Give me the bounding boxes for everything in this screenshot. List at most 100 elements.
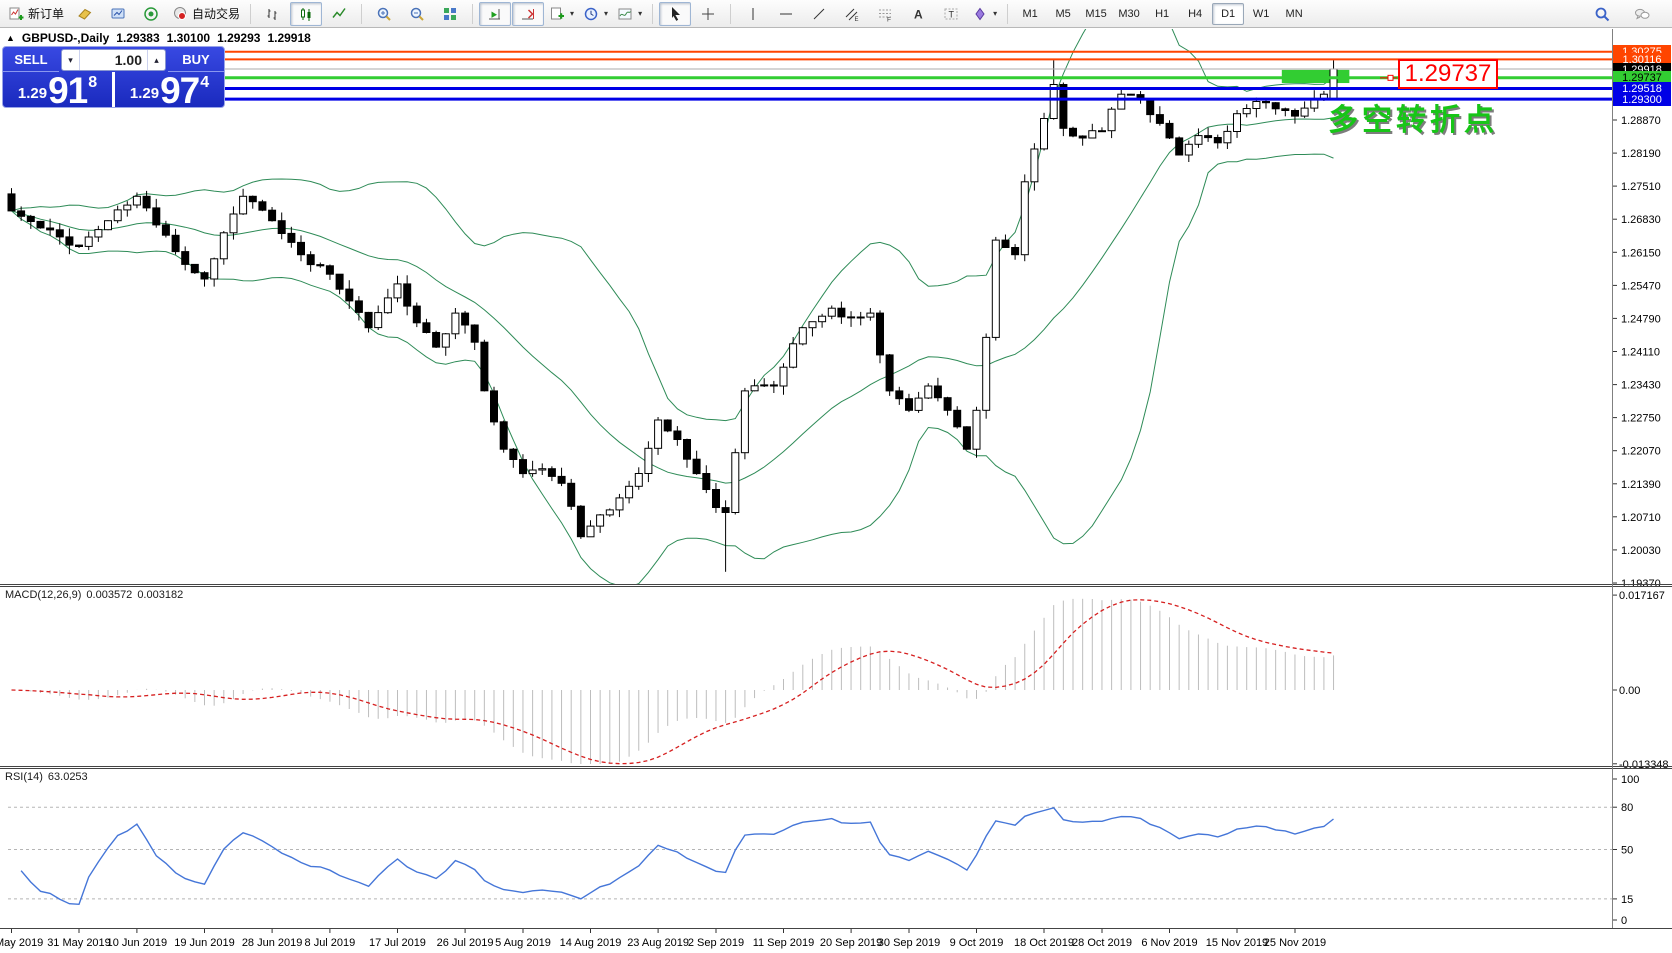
new-order-button[interactable]: 新订单 <box>4 2 68 26</box>
tab-timeframe-h1[interactable]: H1 <box>1146 3 1178 25</box>
svg-text:30 Sep 2019: 30 Sep 2019 <box>878 937 940 949</box>
chart-shift-button[interactable] <box>512 2 544 26</box>
svg-text:1.20030: 1.20030 <box>1621 545 1661 557</box>
tab-timeframe-w1[interactable]: W1 <box>1245 3 1277 25</box>
dropdown-arrow-icon: ▾ <box>638 9 642 18</box>
svg-text:80: 80 <box>1621 802 1633 814</box>
text-label-button[interactable]: T <box>935 2 967 26</box>
svg-text:17 Jul 2019: 17 Jul 2019 <box>369 937 426 949</box>
svg-text:2 Sep 2019: 2 Sep 2019 <box>688 937 744 949</box>
volume-stepper[interactable]: ▾ 1.00 ▴ <box>61 49 166 71</box>
svg-text:26 Jul 2019: 26 Jul 2019 <box>437 937 494 949</box>
sell-button[interactable]: SELL <box>3 47 59 72</box>
svg-text:T: T <box>949 9 955 19</box>
fibonacci-button[interactable]: F <box>869 2 901 26</box>
svg-text:10 Jun 2019: 10 Jun 2019 <box>107 937 168 949</box>
zoom-out-button[interactable] <box>401 2 433 26</box>
chat-button[interactable] <box>1626 2 1658 26</box>
tab-timeframe-h4[interactable]: H4 <box>1179 3 1211 25</box>
candlestick-chart-button[interactable] <box>290 2 322 26</box>
line-chart-button[interactable] <box>323 2 355 26</box>
dropdown-arrow-icon: ▾ <box>604 9 608 18</box>
zoom-in-button[interactable] <box>368 2 400 26</box>
autoscroll-icon <box>487 6 503 22</box>
chart-canvas[interactable]: 1.288701.281901.275101.268301.261501.254… <box>0 0 1672 953</box>
strategy-tester-button[interactable] <box>135 2 167 26</box>
svg-text:22 May 2019: 22 May 2019 <box>0 937 43 949</box>
buy-price-display[interactable]: 1.29 97 4 <box>115 72 224 108</box>
svg-text:1.22070: 1.22070 <box>1621 446 1661 458</box>
svg-text:1.24790: 1.24790 <box>1621 313 1661 325</box>
price-level-tag: 1.29300 <box>1613 93 1671 106</box>
auto-scroll-button[interactable] <box>479 2 511 26</box>
crosshair-button[interactable] <box>692 2 724 26</box>
template-icon <box>617 6 633 22</box>
svg-text:15 Nov 2019: 15 Nov 2019 <box>1206 937 1268 949</box>
svg-text:0: 0 <box>1621 915 1627 927</box>
new-chart-button[interactable]: ▾ <box>545 2 578 26</box>
close-value: 1.29918 <box>267 31 310 45</box>
bar-chart-button[interactable] <box>257 2 289 26</box>
sell-price-display[interactable]: 1.29 91 8 <box>3 72 112 108</box>
buy-button[interactable]: BUY <box>168 47 224 72</box>
cursor-button[interactable] <box>659 2 691 26</box>
date-axis: 22 May 201931 May 201910 Jun 201919 Jun … <box>0 928 1326 949</box>
autotrading-button[interactable]: 自动交易 <box>168 2 244 26</box>
main-toolbar: 新订单 自动交易 ▾ ▾ ▾ E F A T ▾ M1M5M15M30H1H4D1W1MN <box>0 0 1672 28</box>
terminal-button[interactable] <box>102 2 134 26</box>
svg-text:1.28190: 1.28190 <box>1621 148 1661 160</box>
svg-text:1.25470: 1.25470 <box>1621 280 1661 292</box>
volume-increase-button[interactable]: ▴ <box>147 50 165 70</box>
svg-text:31 May 2019: 31 May 2019 <box>47 937 111 949</box>
tiles-icon <box>442 6 458 22</box>
trendline-button[interactable] <box>803 2 835 26</box>
svg-text:28 Jun 2019: 28 Jun 2019 <box>242 937 303 949</box>
svg-text:5 Aug 2019: 5 Aug 2019 <box>495 937 551 949</box>
text-button[interactable]: A <box>902 2 934 26</box>
tile-windows-button[interactable] <box>434 2 466 26</box>
rsi-layer <box>8 807 1612 904</box>
period-selector-button[interactable]: ▾ <box>579 2 612 26</box>
shapes-button[interactable]: ▾ <box>968 2 1001 26</box>
hline-icon <box>778 6 794 22</box>
chat-icon <box>1634 6 1650 22</box>
svg-text:15: 15 <box>1621 894 1633 906</box>
open-value: 1.29383 <box>116 31 159 45</box>
tab-timeframe-m5[interactable]: M5 <box>1047 3 1079 25</box>
channel-button[interactable]: E <box>836 2 868 26</box>
tab-timeframe-mn[interactable]: MN <box>1278 3 1310 25</box>
tab-timeframe-m1[interactable]: M1 <box>1014 3 1046 25</box>
vline-icon <box>745 6 761 22</box>
svg-text:E: E <box>855 17 859 22</box>
labelT-icon: T <box>943 6 959 22</box>
candles-layer <box>8 60 1337 572</box>
volume-decrease-button[interactable]: ▾ <box>62 50 80 70</box>
svg-text:F: F <box>887 16 891 22</box>
toolbar-separator <box>250 4 251 24</box>
horizontal-line-button[interactable] <box>770 2 802 26</box>
collapse-triangle-icon[interactable]: ▲ <box>6 33 15 43</box>
svg-text:25 Nov 2019: 25 Nov 2019 <box>1264 937 1326 949</box>
volume-input[interactable]: 1.00 <box>80 50 147 70</box>
ticket-button[interactable] <box>69 2 101 26</box>
level-lines-layer <box>2 52 1612 99</box>
zoomin-icon <box>376 6 392 22</box>
autotrade-icon <box>172 6 188 22</box>
tab-timeframe-d1[interactable]: D1 <box>1212 3 1244 25</box>
ticket-icon <box>77 6 93 22</box>
low-value: 1.29293 <box>217 31 260 45</box>
svg-text:1.23430: 1.23430 <box>1621 380 1661 392</box>
macd-indicator-label: MACD(12,26,9) 0.003572 0.003182 <box>5 589 183 601</box>
tab-timeframe-m15[interactable]: M15 <box>1080 3 1112 25</box>
vertical-line-button[interactable] <box>737 2 769 26</box>
toolbar-right-group <box>1586 2 1668 26</box>
dropdown-arrow-icon: ▾ <box>570 9 574 18</box>
template-button[interactable]: ▾ <box>613 2 646 26</box>
search-button[interactable] <box>1586 2 1618 26</box>
svg-text:100: 100 <box>1621 774 1639 786</box>
svg-text:8 Jul 2019: 8 Jul 2019 <box>305 937 356 949</box>
toolbar-separator <box>652 4 653 24</box>
svg-text:28 Oct 2019: 28 Oct 2019 <box>1072 937 1132 949</box>
shapes-icon <box>972 6 988 22</box>
tab-timeframe-m30[interactable]: M30 <box>1113 3 1145 25</box>
